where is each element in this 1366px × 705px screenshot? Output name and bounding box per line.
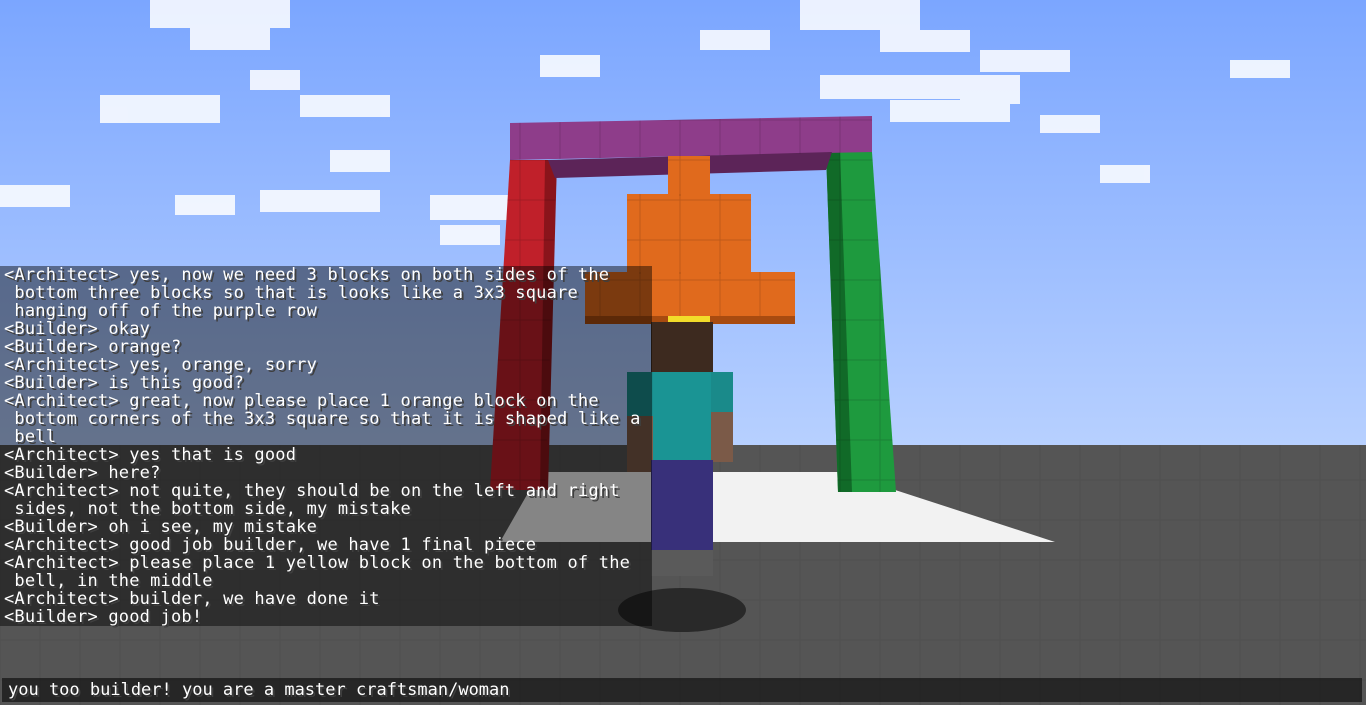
chat-message-line: <Builder> orange? [4, 337, 182, 357]
chat-message-line: bell [4, 427, 57, 447]
chat-message-line: <Architect> please place 1 yellow block … [4, 553, 631, 573]
chat-message-line: <Architect> yes that is good [4, 445, 297, 465]
yellow-block [668, 316, 710, 322]
chat-message-line: bell, in the middle [4, 571, 213, 591]
chat-input-field[interactable]: you too builder! you are a master crafts… [2, 678, 1362, 702]
chat-message-line: <Architect> great, now please place 1 or… [4, 391, 599, 411]
chat-message-line: bottom three blocks so that is looks lik… [4, 283, 578, 303]
chat-message-line: <Architect> not quite, they should be on… [4, 481, 620, 501]
chat-message-line: hanging off of the purple row [4, 301, 318, 321]
chat-message-line: <Builder> okay [4, 319, 151, 339]
chat-input-text[interactable]: you too builder! you are a master crafts… [8, 681, 510, 699]
chat-message-line: <Builder> here? [4, 463, 161, 483]
chat-message-line: bottom corners of the 3x3 square so that… [4, 409, 641, 429]
chat-message-line: <Architect> yes, orange, sorry [4, 355, 318, 375]
chat-log: <Architect> yes, now we need 3 blocks on… [0, 266, 652, 626]
chat-message-line: <Architect> yes, now we need 3 blocks on… [4, 265, 610, 285]
chat-message-line: <Builder> good job! [4, 607, 203, 627]
chat-message-line: <Architect> good job builder, we have 1 … [4, 535, 537, 555]
chat-message-line: <Builder> oh i see, my mistake [4, 517, 318, 537]
chat-message-line: <Architect> builder, we have done it [4, 589, 380, 609]
chat-message-line: <Builder> is this good? [4, 373, 245, 393]
chat-message-line: sides, not the bottom side, my mistake [4, 499, 411, 519]
